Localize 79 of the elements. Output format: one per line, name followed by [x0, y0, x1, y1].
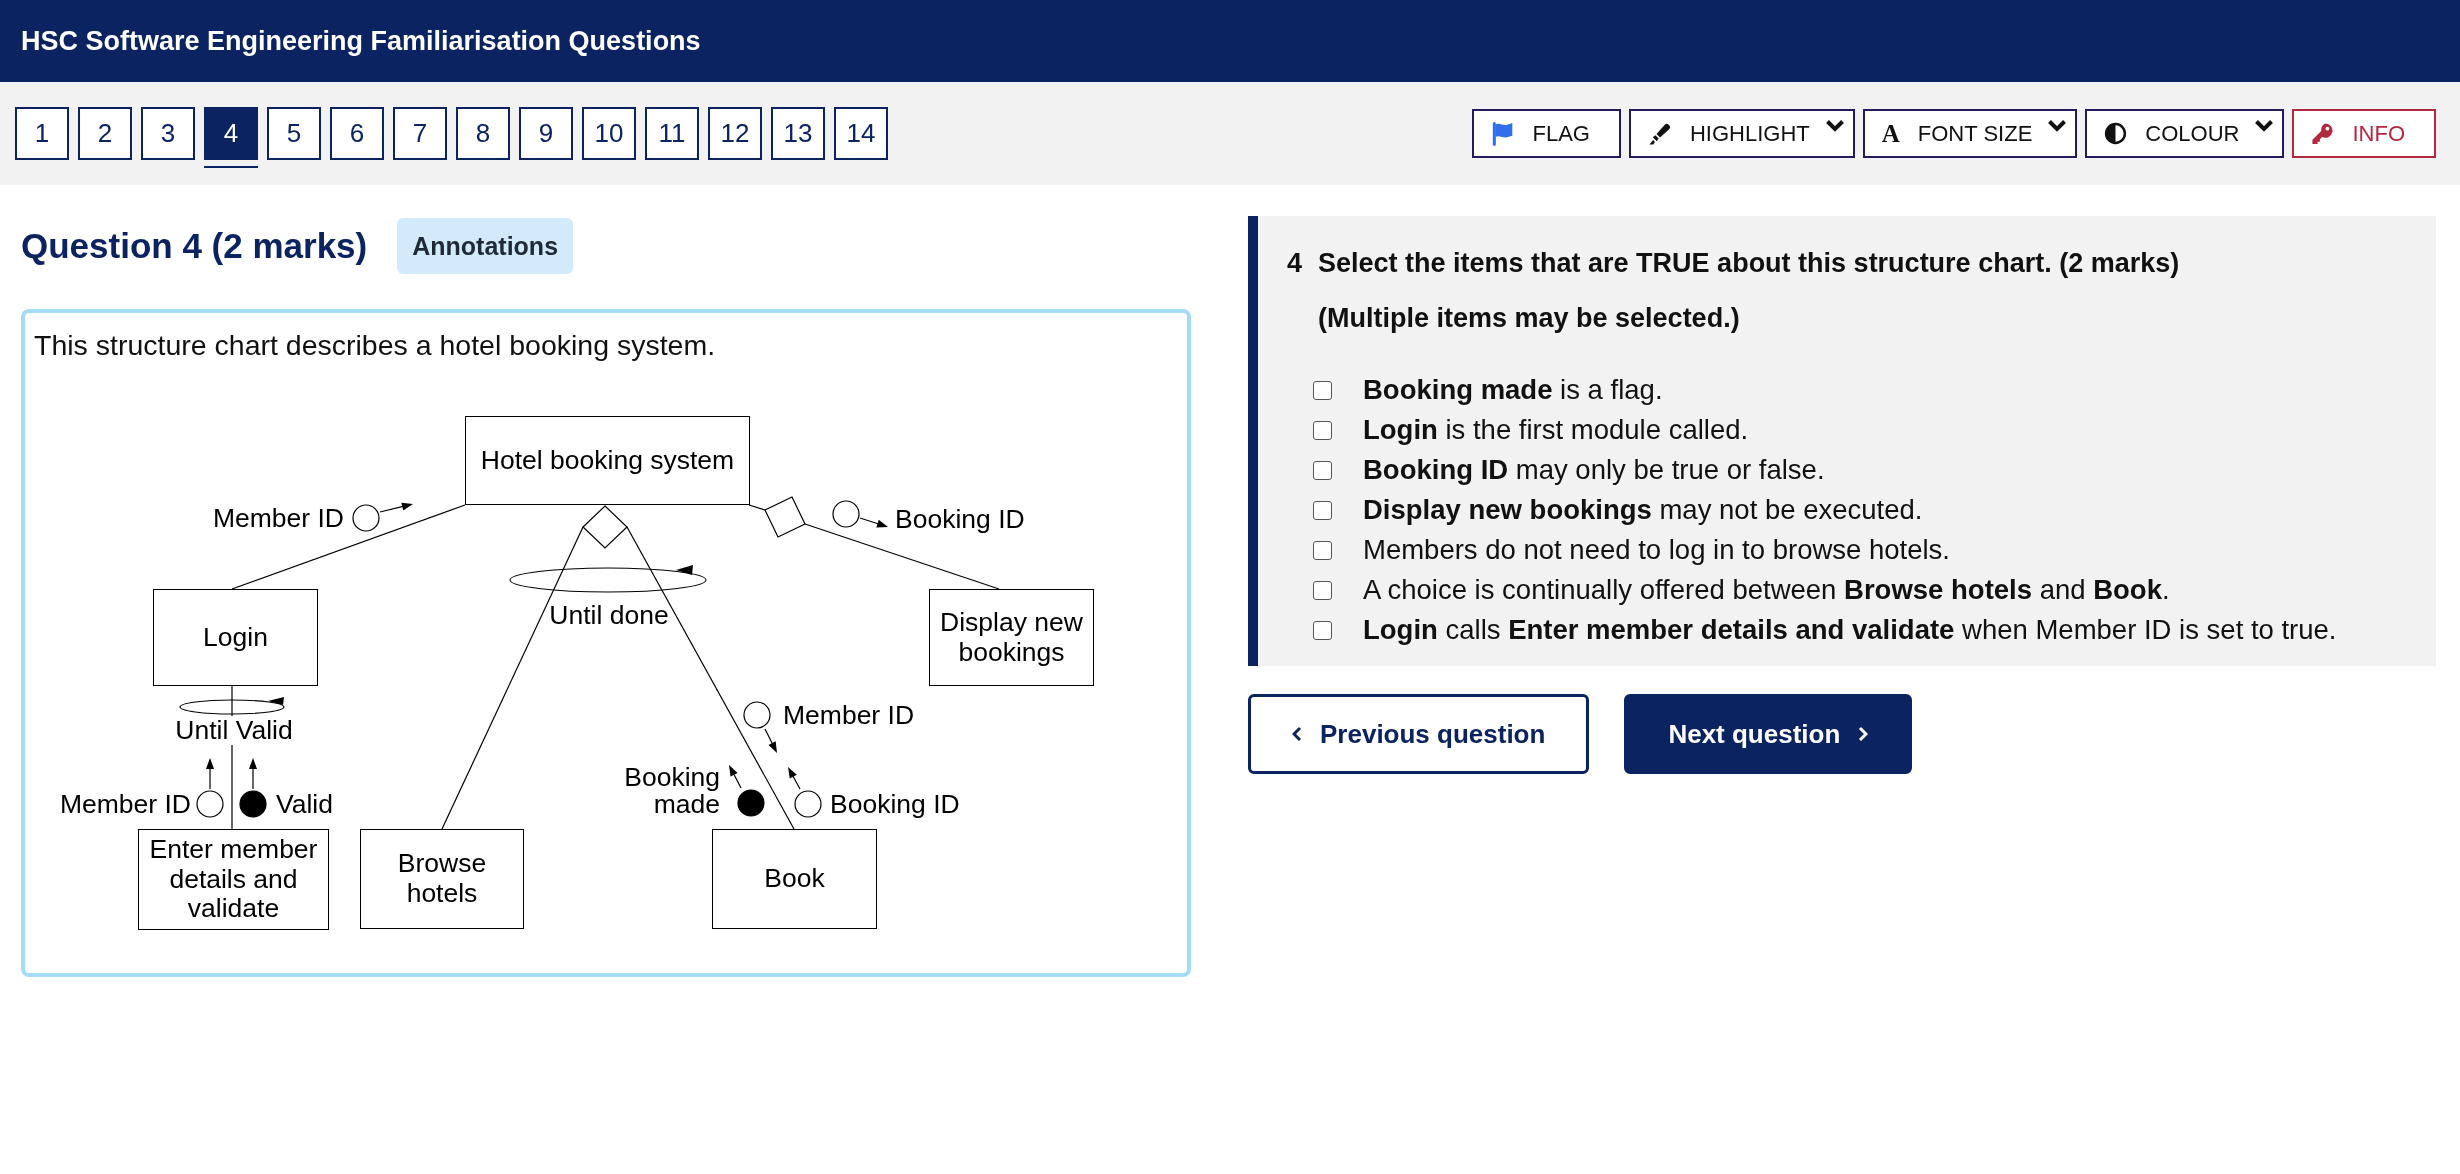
chart-module: Browse hotels — [360, 829, 524, 929]
data-couple-icon — [352, 504, 380, 532]
couple-arrow — [249, 758, 257, 790]
question-number-tab[interactable]: 1 — [15, 107, 69, 160]
data-couple-icon — [743, 701, 771, 729]
couple-label: Member ID — [212, 503, 344, 533]
chart-module: Enter member details and validate — [138, 829, 329, 930]
option-label: Login calls Enter member details and validate when Member ID is set to true. — [1363, 613, 2337, 647]
data-couple-icon — [794, 790, 822, 818]
app-title: HSC Software Engineering Familiarisation Questions — [21, 25, 701, 57]
couple-arrow — [764, 728, 777, 753]
checkbox[interactable] — [1313, 460, 1332, 480]
couple-arrow — [729, 765, 742, 789]
option-label: A choice is continually offered between Browse hotels and Book. — [1363, 573, 2170, 607]
checkbox[interactable] — [1313, 620, 1332, 640]
couple-label: Valid — [276, 789, 333, 819]
data-couple-icon — [832, 500, 860, 528]
couple-arrow — [206, 758, 214, 790]
checkbox[interactable] — [1313, 580, 1332, 600]
connector-line — [231, 685, 233, 717]
chevron-left-icon — [1292, 726, 1302, 742]
question-number: 4 — [1287, 247, 1304, 280]
flag-icon — [1491, 121, 1515, 146]
checkbox[interactable] — [1313, 380, 1332, 400]
chart-module: Login — [153, 589, 318, 686]
previous-question-button[interactable]: Previous question — [1248, 694, 1590, 774]
data-couple-icon — [196, 790, 224, 818]
question-number-tab[interactable]: 12 — [708, 107, 762, 160]
font-size-button[interactable]: A FONT SIZE — [1862, 109, 2078, 158]
question-number-tab[interactable]: 13 — [771, 107, 825, 160]
chart-module: Book — [712, 829, 877, 929]
couple-arrow — [379, 502, 413, 513]
option-label: Display new bookings may not be executed. — [1363, 493, 1923, 527]
next-question-button[interactable]: Next question — [1624, 694, 1913, 774]
question-note: (Multiple items may be selected.) — [1318, 302, 1741, 335]
diamond-icon — [764, 496, 806, 538]
option-label: Login is the first module called. — [1363, 413, 1749, 447]
checkbox[interactable] — [1313, 500, 1332, 520]
highlight-button[interactable]: HIGHLIGHT — [1628, 109, 1855, 158]
question-prompt: Select the items that are TRUE about this structure chart. (2 marks) — [1318, 247, 2180, 280]
info-button[interactable]: INFO — [2292, 109, 2436, 158]
question-number-tab[interactable]: 10 — [582, 107, 636, 160]
highlighter-icon — [1647, 121, 1672, 146]
question-number-tab[interactable]: 11 — [645, 107, 699, 160]
question-number-tab[interactable]: 9 — [519, 107, 573, 160]
key-icon — [2311, 122, 2335, 145]
couple-label: Booking ID — [830, 789, 960, 819]
couple-label: Booking made — [623, 764, 720, 818]
question-number-tab[interactable]: 7 — [393, 107, 447, 160]
loop-label: Until done — [549, 600, 669, 630]
contrast-icon — [2104, 122, 2128, 145]
couple-arrow — [788, 767, 801, 790]
question-heading: Question 4 (2 marks) — [21, 226, 368, 266]
question-number-tab[interactable]: 6 — [330, 107, 384, 160]
annotations-button[interactable]: Annotations — [397, 218, 574, 274]
connector-line — [748, 504, 766, 511]
chevron-right-icon — [1858, 726, 1869, 742]
control-flag-icon — [737, 789, 765, 817]
option-label: Members do not need to log in to browse hotels. — [1363, 533, 1950, 567]
couple-label: Booking ID — [895, 504, 1025, 534]
option-label: Booking made is a flag. — [1363, 373, 1663, 407]
couple-arrow — [859, 517, 888, 528]
chart-module: Display new bookings — [929, 589, 1094, 686]
couple-label: Member ID — [783, 700, 915, 730]
option-label: Booking ID may only be true or false. — [1363, 453, 1825, 487]
checkbox[interactable] — [1313, 540, 1332, 560]
couple-label: Member ID — [59, 789, 191, 819]
stimulus-text: This structure chart describes a hotel booking system. — [34, 328, 717, 362]
checkbox[interactable] — [1313, 420, 1332, 440]
loop-label: Until Valid — [175, 715, 293, 745]
question-number-tab[interactable]: 5 — [267, 107, 321, 160]
flag-button[interactable]: FLAG — [1472, 109, 1621, 158]
question-number-tab[interactable]: 2 — [78, 107, 132, 160]
font-icon: A — [1881, 121, 1900, 146]
control-flag-icon — [239, 790, 267, 818]
colour-button[interactable]: COLOUR — [2085, 109, 2285, 158]
question-number-tab[interactable]: 8 — [456, 107, 510, 160]
question-number-tab[interactable]: 3 — [141, 107, 195, 160]
question-number-tab[interactable]: 14 — [834, 107, 888, 160]
